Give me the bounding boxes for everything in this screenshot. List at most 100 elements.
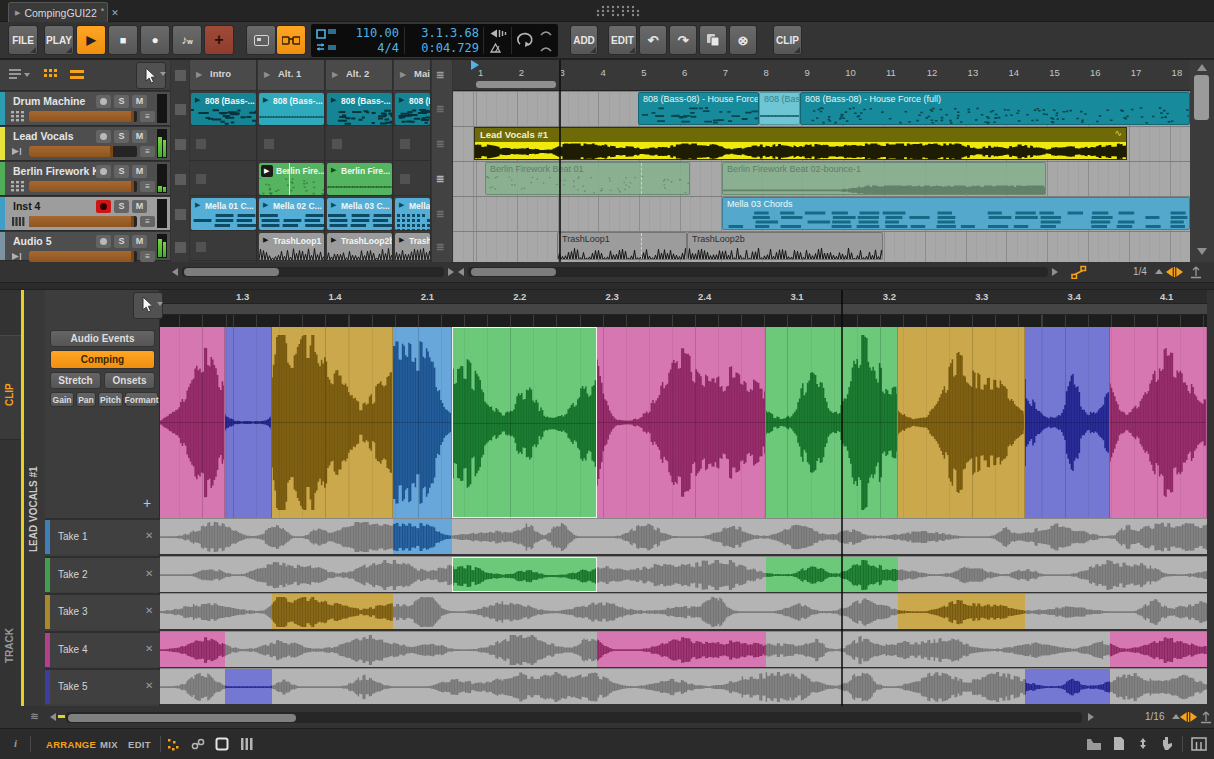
launcher-clip[interactable]: ▶TrashLoop2b — [327, 233, 392, 260]
slot-menu-icon[interactable]: ≣ — [436, 173, 444, 184]
take-highlight[interactable] — [1025, 669, 1110, 704]
comp-segment[interactable] — [766, 327, 898, 518]
scene-play-icon[interactable]: ▶ — [264, 70, 270, 79]
link-icon[interactable] — [191, 738, 206, 751]
pitch-button[interactable]: Pitch — [98, 392, 123, 407]
document-tab[interactable]: ▶ CompingGUI22 * ✕ — [8, 2, 108, 22]
clip-slot[interactable]: ▶Mella 01 C... — [190, 197, 256, 231]
take-lane[interactable] — [160, 631, 1207, 667]
comp-segment[interactable] — [898, 327, 1025, 518]
play-menu-button[interactable]: PLAY — [44, 25, 74, 55]
add-button[interactable]: ADD — [570, 25, 598, 55]
scene-header[interactable]: ▶Intro — [190, 60, 256, 91]
record-arm-button[interactable] — [96, 235, 111, 248]
arranger-tool-button[interactable] — [136, 62, 166, 89]
scroll-thumb[interactable] — [471, 268, 556, 276]
take-lane[interactable] — [160, 556, 1207, 592]
launcher-clip[interactable]: ▶Berlin Fire... — [327, 163, 392, 195]
clip-slot[interactable] — [326, 127, 392, 161]
scroll-thumb[interactable] — [1194, 75, 1209, 120]
tab-clip[interactable]: CLIP — [0, 335, 21, 440]
take-row[interactable]: Take 1✕ — [45, 518, 160, 554]
track-menu-button[interactable]: ≡ — [140, 251, 155, 262]
clip-slot[interactable]: ▶Berlin Fire... — [258, 162, 324, 196]
audio-events-button[interactable]: Audio Events — [50, 330, 155, 347]
volume-slider[interactable] — [29, 251, 137, 262]
volume-slider[interactable] — [29, 181, 137, 192]
scene-play-icon[interactable]: ▶ — [400, 70, 406, 79]
transport-record-button[interactable]: ● — [140, 25, 170, 55]
clip-stop-button[interactable] — [196, 139, 206, 149]
track-header[interactable]: Berlin Firework KitSM≡ — [0, 162, 170, 196]
editor-tool-button[interactable] — [133, 292, 163, 319]
launcher-clip[interactable]: ▶808 (Bass-... — [327, 93, 392, 125]
clip-fade-icon[interactable]: ∿ — [1114, 128, 1122, 138]
position-display[interactable]: 3.1.3.68 — [407, 26, 479, 40]
grid-size-arrow[interactable] — [1172, 714, 1180, 719]
clip-slot[interactable]: ▶808 (Bass-... — [326, 92, 392, 126]
formant-button[interactable]: Formant — [125, 392, 158, 407]
scroll-thumb[interactable] — [184, 268, 279, 276]
transport-play-button[interactable]: ▶ — [76, 25, 106, 55]
scroll-right-arrow[interactable] — [448, 268, 454, 276]
slot-menu-icon[interactable]: ≣ — [436, 103, 444, 114]
track-header[interactable]: Lead VocalsSM≡ — [0, 127, 170, 161]
mute-button[interactable]: M — [132, 130, 147, 143]
add-take-button[interactable]: + — [143, 495, 151, 511]
launcher-clip[interactable]: ▶Mella 03 C... — [395, 198, 430, 230]
clip-stop-button[interactable] — [175, 139, 186, 150]
scene-menu-icon[interactable]: ≣ — [436, 69, 444, 80]
arranger-clip[interactable]: Berlin Firework Beat 02-bounce-1 — [722, 162, 1046, 195]
clip-stop-button[interactable] — [175, 70, 186, 81]
take-row[interactable]: Take 5✕ — [45, 668, 160, 704]
clip-slot[interactable]: ▶TrashLoop1 — [258, 232, 324, 261]
arranger-clip[interactable]: Mella 03 Chords — [722, 197, 1190, 230]
solo-button[interactable]: S — [114, 165, 129, 178]
play-start-marker[interactable] — [471, 60, 479, 70]
section-divider[interactable] — [0, 282, 1214, 290]
edit-button[interactable]: EDIT — [608, 25, 637, 55]
launcher-clip[interactable]: ▶Mella 01 C... — [191, 198, 256, 230]
tab-arrange[interactable]: ARRANGE — [46, 739, 96, 750]
track-menu-button[interactable]: ≡ — [140, 111, 155, 122]
file-icon[interactable] — [1112, 736, 1126, 751]
arranger-clip[interactable]: Berlin Firework Beat 01 — [485, 162, 690, 195]
comp-segment[interactable] — [393, 327, 452, 518]
clip-slot[interactable]: ▶808 (Bass-... — [190, 92, 256, 126]
arranger-hscrollbar[interactable] — [468, 267, 1048, 277]
mute-button[interactable]: M — [132, 95, 147, 108]
record-arm-button[interactable] — [96, 200, 111, 213]
launcher-clip[interactable]: ▶808 (Bass-... — [259, 93, 324, 125]
launcher-clip[interactable]: ▶Berlin Fire... — [259, 163, 324, 195]
clip-slot[interactable]: ▶808 (Bass-... — [258, 92, 324, 126]
clip-stop-button[interactable] — [264, 139, 274, 149]
solo-button[interactable]: S — [114, 95, 129, 108]
scene-play-icon[interactable]: ▶ — [332, 70, 338, 79]
take-row[interactable]: Take 2✕ — [45, 556, 160, 592]
clip-stop-button[interactable] — [175, 242, 186, 253]
editor-hscrollbar[interactable] — [66, 712, 1082, 723]
arranger-clip[interactable]: TrashLoop2b — [687, 232, 883, 260]
launcher-clip[interactable]: ▶TrashLoop2b — [395, 233, 430, 260]
take-lane[interactable] — [160, 593, 1207, 629]
cancel-button[interactable]: ⊗ — [729, 25, 757, 55]
clip-slot[interactable]: ▶TrashLoop2b — [394, 232, 430, 261]
clip-stop-button[interactable] — [196, 174, 206, 184]
track-header[interactable]: Inst 4SM≡ — [0, 197, 170, 231]
snap-icon[interactable] — [167, 738, 181, 751]
piano-icon[interactable] — [1191, 737, 1207, 751]
clip-slot[interactable]: ▶TrashLoop2b — [326, 232, 392, 261]
mute-button[interactable]: M — [132, 235, 147, 248]
comp-segment[interactable] — [1110, 327, 1207, 518]
volume-slider[interactable] — [29, 111, 137, 122]
tab-track[interactable]: TRACK — [0, 575, 21, 680]
square-icon[interactable] — [215, 737, 230, 751]
solo-button[interactable]: S — [114, 235, 129, 248]
comp-segment[interactable] — [272, 327, 393, 518]
take-remove-icon[interactable]: ✕ — [145, 530, 153, 541]
track-header[interactable]: Drum MachineSM≡ — [0, 92, 170, 126]
clip-slot[interactable]: ▶Berlin Fire... — [326, 162, 392, 196]
clip-stop-button[interactable] — [400, 139, 410, 149]
layers-icon[interactable]: ≋ — [30, 710, 39, 723]
scene-header[interactable]: ▶Alt. 2 — [326, 60, 392, 91]
